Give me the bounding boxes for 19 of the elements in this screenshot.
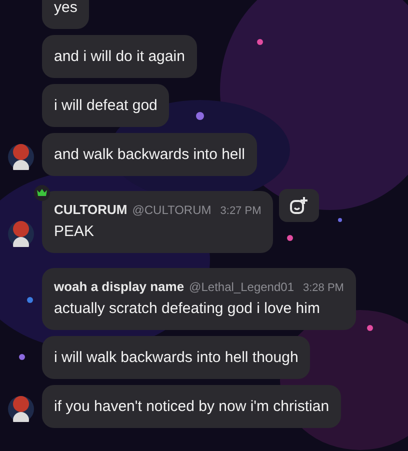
avatar[interactable] [8,144,34,170]
message-text: PEAK [54,222,96,242]
display-name[interactable]: CULTORUM [54,201,128,219]
avatar[interactable] [8,396,34,422]
message-text: and walk backwards into hell [54,146,245,163]
avatar[interactable] [8,221,34,247]
message-text: actually scratch defeating god i love him [54,299,321,319]
username: @CULTORUM [132,202,212,219]
message-text: if you haven't noticed by now i'm christian [54,398,330,415]
message-text: yes [54,0,78,16]
message-text: i will defeat god [54,97,158,114]
add-reaction-button[interactable] [279,189,320,222]
timestamp: 3:28 PM [303,281,344,296]
message-text: and i will do it again [54,48,185,65]
message-text: i will walk backwards into hell though [54,349,298,366]
add-reaction-icon [289,196,310,216]
timestamp: 3:27 PM [220,204,262,219]
username: @Lethal_Legend01 [189,279,294,296]
display-name[interactable]: woah a display name [54,278,184,296]
